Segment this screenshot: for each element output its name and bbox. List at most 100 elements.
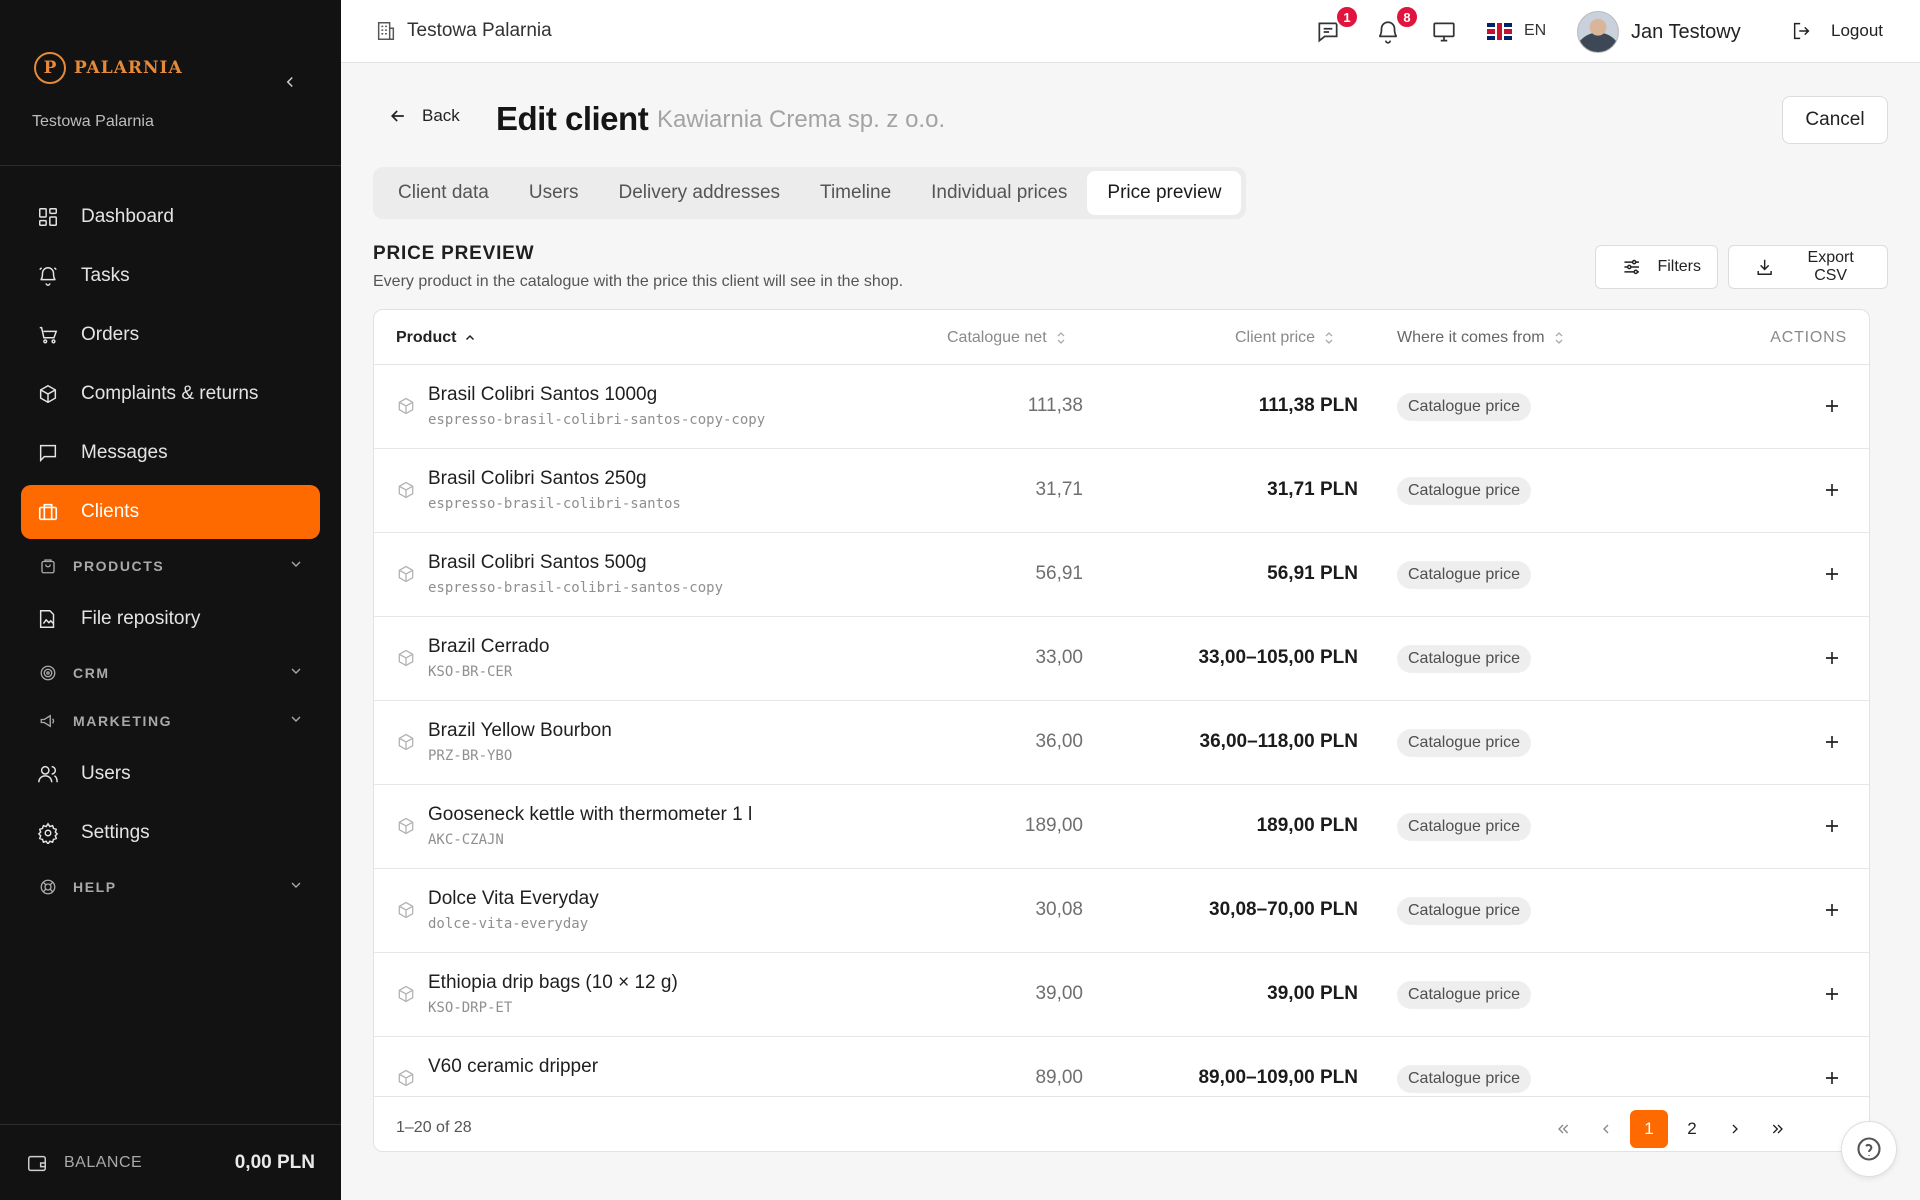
gear-icon — [37, 822, 59, 844]
sidebar-section-help[interactable]: HELP — [21, 865, 320, 909]
help-button[interactable] — [1841, 1121, 1897, 1177]
page-button-2[interactable]: 2 — [1673, 1110, 1711, 1148]
sliders-icon — [1624, 259, 1640, 275]
product-sku: espresso-brasil-colibri-santos-copy-copy — [428, 412, 766, 428]
page-button-1[interactable]: 1 — [1630, 1110, 1668, 1148]
prev-page-button[interactable] — [1587, 1110, 1625, 1148]
logout-icon — [1793, 22, 1810, 40]
user-name: Jan Testowy — [1631, 20, 1741, 43]
add-individual-price-button[interactable] — [1823, 817, 1841, 835]
column-header-source[interactable]: Where it comes from — [1397, 329, 1565, 347]
sort-asc-icon — [466, 334, 475, 341]
back-button[interactable]: Back — [388, 106, 460, 126]
notifications-button[interactable]: 8 — [1374, 5, 1419, 46]
sidebar-item-complaints[interactable]: Complaints & returns — [21, 367, 320, 421]
plus-icon — [1826, 484, 1838, 496]
table-body: Brasil Colibri Santos 1000g espresso-bra… — [374, 365, 1869, 1096]
topbar: Testowa Palarnia 1 8 EN Jan Testowy Logo… — [341, 0, 1920, 63]
messages-button[interactable]: 1 — [1314, 5, 1359, 46]
filters-button[interactable]: Filters — [1595, 245, 1718, 289]
plus-icon — [1826, 904, 1838, 916]
column-header-product[interactable]: Product — [396, 329, 476, 347]
add-individual-price-button[interactable] — [1823, 1069, 1841, 1087]
tab-client-data[interactable]: Client data — [378, 171, 509, 215]
tab-timeline[interactable]: Timeline — [800, 171, 911, 215]
target-icon — [37, 662, 59, 684]
client-price: 39,00 PLN — [1267, 983, 1358, 1004]
tab-price-preview[interactable]: Price preview — [1087, 171, 1242, 215]
export-label: Export CSV — [1807, 249, 1854, 284]
sidebar-item-tasks[interactable]: Tasks — [21, 249, 320, 303]
folder-image-icon — [37, 608, 59, 630]
table-row: Brasil Colibri Santos 1000g espresso-bra… — [374, 365, 1869, 449]
plus-icon — [1826, 652, 1838, 664]
sidebar-section-crm[interactable]: CRM — [21, 651, 320, 695]
client-price: 111,38 PLN — [1258, 395, 1358, 416]
chevron-left-icon — [286, 76, 293, 88]
add-individual-price-button[interactable] — [1823, 397, 1841, 415]
sidebar-item-messages[interactable]: Messages — [21, 426, 320, 480]
brand-area: P PALARNIA Testowa Palarnia — [0, 0, 341, 166]
logo-text: PALARNIA — [74, 58, 183, 78]
plus-icon — [1826, 568, 1838, 580]
display-button[interactable] — [1430, 18, 1458, 46]
sidebar-item-users[interactable]: Users — [21, 747, 320, 801]
next-page-button[interactable] — [1716, 1110, 1754, 1148]
add-individual-price-button[interactable] — [1823, 481, 1841, 499]
language-switcher[interactable]: EN — [1487, 22, 1546, 40]
logo[interactable]: P PALARNIA — [34, 52, 183, 84]
first-page-button[interactable] — [1544, 1110, 1582, 1148]
add-individual-price-button[interactable] — [1823, 649, 1841, 667]
product-name: Brasil Colibri Santos 1000g — [428, 384, 658, 405]
uk-flag-icon — [1487, 22, 1512, 40]
sidebar-item-orders[interactable]: Orders — [21, 308, 320, 362]
user-menu[interactable]: Jan Testowy — [1577, 11, 1741, 53]
tab-delivery-addresses[interactable]: Delivery addresses — [598, 171, 800, 215]
product-sku: PRZ-BR-YBO — [428, 748, 513, 764]
sidebar-section-label: CRM — [73, 665, 110, 681]
section-title: PRICE PREVIEW — [373, 243, 535, 264]
sidebar-item-clients[interactable]: Clients — [21, 485, 320, 539]
sidebar-item-dashboard[interactable]: Dashboard — [21, 190, 320, 244]
last-page-button[interactable] — [1759, 1110, 1797, 1148]
building-icon — [375, 20, 397, 42]
add-individual-price-button[interactable] — [1823, 901, 1841, 919]
package-icon — [396, 1068, 416, 1088]
lifebuoy-icon — [37, 876, 59, 898]
sidebar-item-label: Tasks — [81, 265, 130, 286]
chevron-left-icon — [1603, 1124, 1609, 1134]
filters-label: Filters — [1657, 258, 1701, 275]
catalogue-net: 33,00 — [1035, 647, 1083, 668]
column-header-catalogue-net[interactable]: Catalogue net — [947, 329, 1067, 347]
topbar-org[interactable]: Testowa Palarnia — [375, 20, 552, 42]
add-individual-price-button[interactable] — [1823, 985, 1841, 1003]
table-row: Brasil Colibri Santos 500g espresso-bras… — [374, 533, 1869, 617]
monitor-icon — [1433, 22, 1455, 42]
logout-button[interactable]: Logout — [1791, 20, 1883, 42]
balance-value: 0,00 PLN — [234, 1151, 315, 1173]
chevron-down-icon — [288, 877, 304, 896]
cancel-button[interactable]: Cancel — [1782, 96, 1888, 144]
page-subtitle: Kawiarnia Crema sp. z o.o. — [657, 106, 946, 133]
page-title: Edit client — [496, 100, 649, 137]
export-csv-button[interactable]: Export CSV — [1728, 245, 1888, 289]
sidebar-item-label: Clients — [81, 501, 140, 522]
column-label: Product — [396, 329, 457, 346]
sidebar: P PALARNIA Testowa Palarnia Dashboard Ta… — [0, 0, 341, 1200]
table-row: V60 ceramic dripper 89,00 89,00–109,00 P… — [374, 1037, 1869, 1096]
sidebar-item-label: Orders — [81, 324, 140, 345]
sidebar-item-settings[interactable]: Settings — [21, 806, 320, 860]
sidebar-item-file-repository[interactable]: File repository — [21, 592, 320, 646]
add-individual-price-button[interactable] — [1823, 733, 1841, 751]
sidebar-section-marketing[interactable]: MARKETING — [21, 699, 320, 743]
sidebar-section-products[interactable]: PRODUCTS — [21, 544, 320, 588]
messages-badge: 1 — [1335, 5, 1359, 29]
price-source-badge: Catalogue price — [1397, 813, 1532, 841]
product-name: V60 ceramic dripper — [428, 1056, 599, 1077]
add-individual-price-button[interactable] — [1823, 565, 1841, 583]
tab-users[interactable]: Users — [509, 171, 599, 215]
column-header-client-price[interactable]: Client price — [1235, 329, 1335, 347]
plus-icon — [1826, 736, 1838, 748]
tab-individual-prices[interactable]: Individual prices — [911, 171, 1087, 215]
collapse-sidebar-button[interactable] — [278, 70, 302, 94]
